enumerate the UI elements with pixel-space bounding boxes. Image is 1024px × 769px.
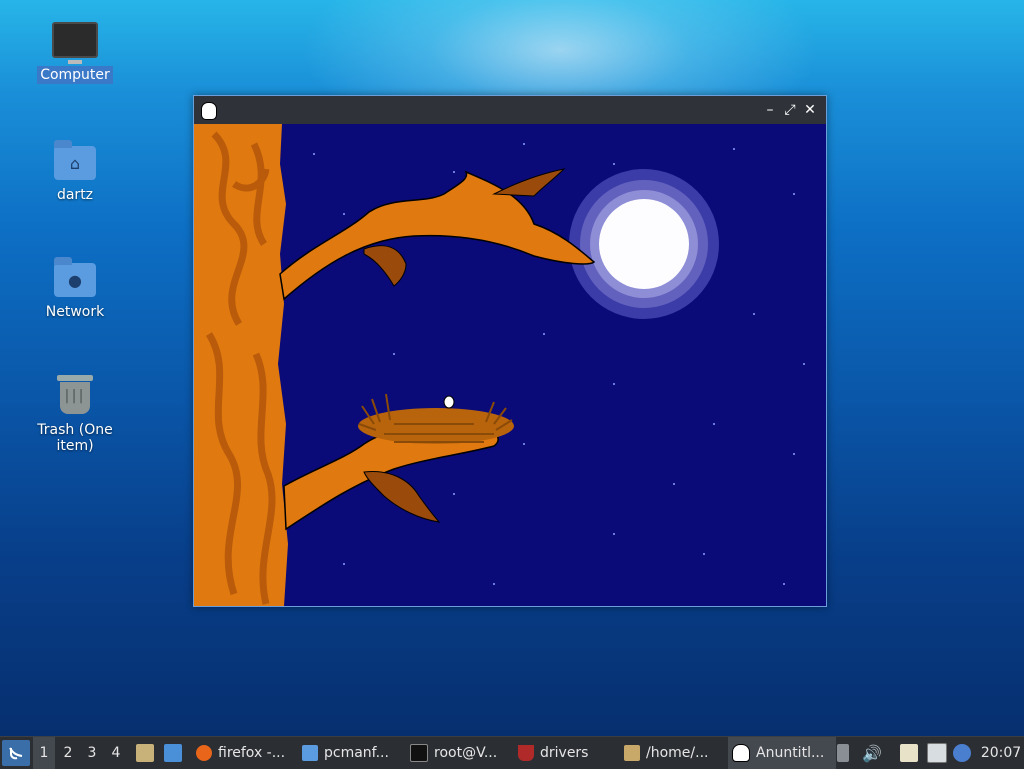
speaker-icon: 🔊 <box>862 743 882 763</box>
network-tray[interactable] <box>926 737 948 769</box>
wine-icon <box>518 745 534 761</box>
folder-icon <box>302 745 318 761</box>
penguin-egg <box>443 395 455 409</box>
maximize-button[interactable]: ⤢ <box>782 101 798 119</box>
trash-icon <box>57 375 93 415</box>
lubuntu-logo-icon <box>9 747 23 760</box>
desktop-icon-computer[interactable]: Computer <box>15 22 135 84</box>
taskbar-item-home[interactable]: /home/... <box>620 737 728 769</box>
desktop-icon-trash[interactable]: Trash (One item) <box>15 375 135 455</box>
tray-expand-button[interactable] <box>834 737 852 769</box>
firefox-icon <box>196 745 212 761</box>
taskbar: 1 2 3 4 firefox -... pcmanf... root@V...… <box>0 736 1024 769</box>
archive-icon <box>624 745 640 761</box>
desktop-icon-network[interactable]: ● Network <box>15 257 135 321</box>
desktop-icon <box>164 744 182 762</box>
workspace-1[interactable]: 1 <box>33 737 55 769</box>
terminal-icon <box>410 744 428 762</box>
arrow-up-icon <box>837 744 849 762</box>
show-desktop-button[interactable] <box>162 737 184 769</box>
taskbar-item-pcmanfm[interactable]: pcmanf... <box>298 737 406 769</box>
window-titlebar[interactable]: – ⤢ ✕ <box>194 96 826 124</box>
app-icon <box>732 744 750 762</box>
desktop-icon-label: Trash (One item) <box>37 422 113 454</box>
desktop-icon-label: dartz <box>56 187 94 203</box>
network-folder-icon: ● <box>54 257 96 297</box>
task-label: firefox -... <box>218 745 286 761</box>
file-manager-icon <box>136 744 154 762</box>
tree-trunk <box>194 124 288 606</box>
desktop-icon-label: Computer <box>37 66 113 84</box>
desktop-icon-dartz[interactable]: ⌂ dartz <box>15 140 135 204</box>
workspace-2[interactable]: 2 <box>57 737 79 769</box>
task-label: pcmanf... <box>324 745 389 761</box>
task-label: Anuntitl... <box>756 745 825 761</box>
game-canvas[interactable] <box>194 124 826 606</box>
close-button[interactable]: ✕ <box>802 101 818 119</box>
moon <box>569 169 719 319</box>
clock[interactable]: 20:07 <box>980 737 1022 769</box>
taskbar-item-terminal[interactable]: root@V... <box>406 737 514 769</box>
network-icon <box>927 743 947 763</box>
home-folder-icon: ⌂ <box>54 140 96 180</box>
minimize-button[interactable]: – <box>762 101 778 119</box>
volume-control[interactable]: 🔊 <box>860 737 884 769</box>
task-label: root@V... <box>434 745 498 761</box>
game-window[interactable]: – ⤢ ✕ <box>193 95 827 607</box>
workspace-4[interactable]: 4 <box>105 737 127 769</box>
app-icon <box>201 102 217 120</box>
taskbar-item-drivers[interactable]: drivers <box>514 737 622 769</box>
workspace-3[interactable]: 3 <box>81 737 103 769</box>
task-label: /home/... <box>646 745 709 761</box>
task-label: drivers <box>540 745 589 761</box>
start-menu-button[interactable] <box>2 740 30 766</box>
file-manager-launcher[interactable] <box>134 737 156 769</box>
info-icon <box>953 744 971 762</box>
taskbar-item-firefox[interactable]: firefox -... <box>192 737 300 769</box>
clipboard-tray[interactable] <box>898 737 920 769</box>
computer-icon <box>52 22 98 64</box>
desktop-icon-label: Network <box>45 304 105 320</box>
taskbar-item-game[interactable]: Anuntitl... <box>728 737 836 769</box>
notification-tray[interactable] <box>952 737 972 769</box>
clipboard-icon <box>900 744 918 762</box>
